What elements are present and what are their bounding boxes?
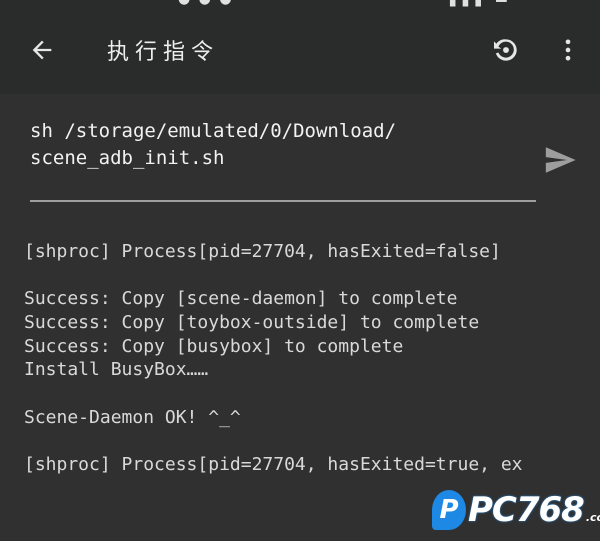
output-line: Install BusyBox…… — [24, 359, 209, 381]
output-line: [shproc] Process[pid=27704, hasExited=fa… — [24, 241, 501, 262]
history-icon — [494, 39, 517, 61]
output-line: Scene-Daemon OK! ^_^ — [24, 406, 241, 428]
input-underline — [30, 200, 536, 202]
page-title: 执行指令 — [107, 40, 220, 65]
output-line: Success: Copy [busybox] to complete — [24, 335, 404, 357]
output-line: Success: Copy [toybox-outside] to comple… — [24, 312, 480, 334]
more-vert-icon — [565, 39, 571, 61]
output-line: [shproc] Process[pid=27704, hasExited=tr… — [24, 454, 523, 476]
watermark: P PC768 .com — [432, 490, 600, 530]
output-log: [shproc] Process[pid=27704, hasExited=fa… — [24, 240, 584, 480]
more-options-button[interactable] — [548, 30, 588, 70]
watermark-logo: P — [432, 490, 466, 530]
send-button[interactable] — [540, 140, 580, 180]
arrow-left-icon — [32, 40, 52, 60]
status-bar: • • ● ● ● ▌▌▌ ▬ — [0, 0, 600, 8]
back-button[interactable] — [22, 30, 62, 70]
notification-icons: ● ● ● — [178, 0, 234, 7]
status-icons-left: • • — [40, 0, 67, 7]
send-icon — [545, 147, 576, 173]
watermark-text: PC768 — [468, 490, 585, 530]
signal-battery-icons: ▌▌▌ ▬ — [450, 0, 510, 7]
command-input[interactable]: sh /storage/emulated/0/Download/ scene_a… — [30, 118, 530, 172]
watermark-suffix: .com — [585, 510, 600, 524]
output-line: Success: Copy [scene-daemon] to complete — [24, 288, 458, 310]
history-button[interactable] — [486, 30, 526, 70]
app-toolbar: 执行指令 — [0, 8, 600, 94]
